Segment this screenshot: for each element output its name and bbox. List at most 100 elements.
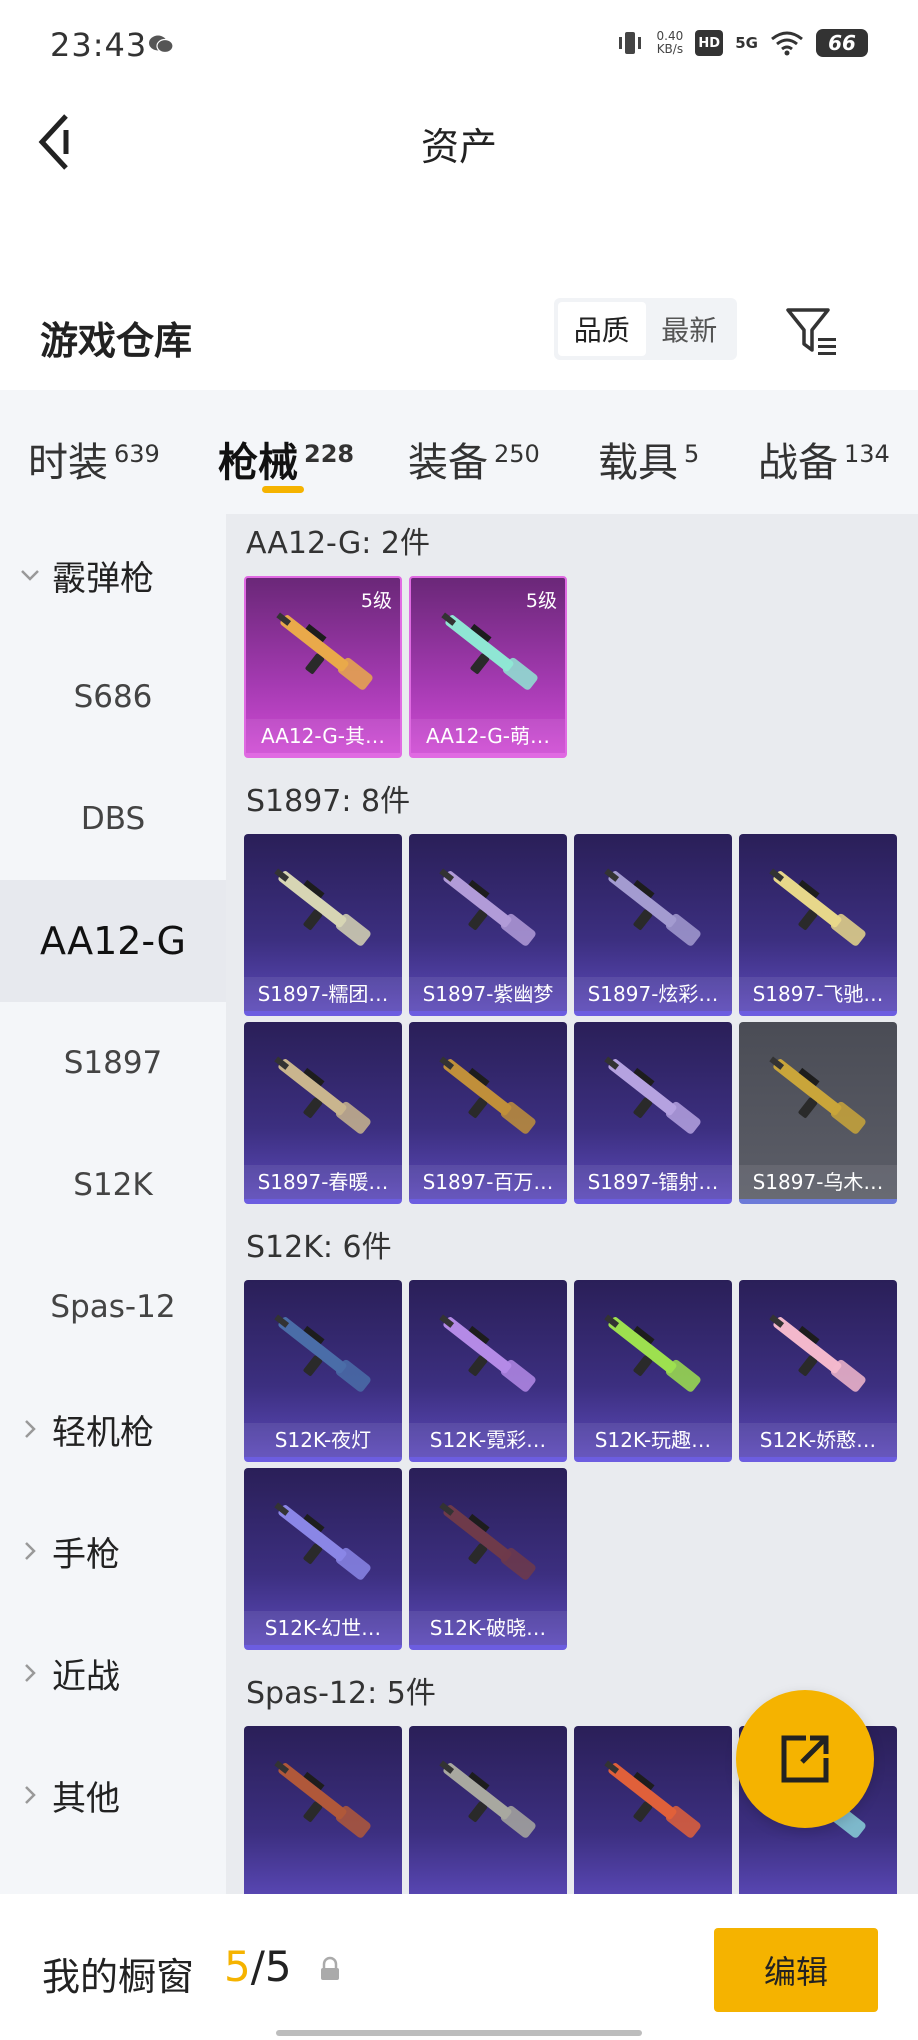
tab-count: 228	[304, 440, 355, 468]
item-card[interactable]: S1897-糯团…	[244, 834, 402, 1016]
sort-quality-button[interactable]: 品质	[558, 302, 646, 356]
sidebar-item-s1897[interactable]: S1897	[0, 1002, 226, 1124]
sidebar-group-label: 轻机枪	[52, 1412, 154, 1453]
warehouse-header: 游戏仓库 品质 最新	[0, 290, 918, 390]
gun-icon	[769, 1056, 866, 1134]
item-card[interactable]: S12K-霓彩…	[409, 1280, 567, 1462]
wifi-icon	[771, 31, 803, 56]
gun-icon	[604, 868, 701, 946]
showcase-total: /5	[250, 1942, 292, 1991]
sidebar-group-label: 其他	[52, 1778, 120, 1819]
item-card[interactable]	[244, 1726, 402, 1894]
item-name: AA12-G-其…	[246, 719, 400, 753]
vibrate-icon	[618, 32, 641, 54]
gun-icon	[274, 1760, 371, 1838]
item-card[interactable]: S12K-娇憨…	[739, 1280, 897, 1462]
sidebar-item-s686[interactable]: S686	[0, 636, 226, 758]
edit-button[interactable]: 编辑	[714, 1928, 878, 2012]
tab-vehicles[interactable]: 载具 5	[598, 430, 699, 488]
hd-badge: HD	[695, 30, 724, 56]
sidebar-group-label: 手枪	[52, 1534, 120, 1575]
sidebar-item-spas12[interactable]: Spas-12	[0, 1246, 226, 1368]
tab-count: 134	[844, 440, 890, 468]
item-card[interactable]: S12K-玩趣…	[574, 1280, 732, 1462]
tab-label: 载具	[598, 440, 678, 486]
sidebar-group-other[interactable]: 其他	[0, 1734, 226, 1856]
sort-newest-button[interactable]: 最新	[646, 302, 734, 356]
item-name: AA12-G-萌…	[411, 719, 565, 753]
tab-label: 装备	[408, 440, 488, 486]
tab-firearms[interactable]: 枪械 228	[218, 430, 354, 488]
item-name: S1897-炫彩…	[574, 977, 732, 1011]
tab-fashion[interactable]: 时装 639	[28, 430, 160, 488]
item-name: S12K-破晓…	[409, 1611, 567, 1645]
item-card[interactable]	[409, 1726, 567, 1894]
showcase-count: 5/5	[224, 1942, 292, 1991]
item-card[interactable]: S1897-镭射…	[574, 1022, 732, 1204]
sidebar-group-label: 近战	[52, 1656, 120, 1697]
item-card[interactable]: S1897-炫彩…	[574, 834, 732, 1016]
gun-icon	[439, 1314, 536, 1392]
tab-count: 5	[684, 440, 700, 468]
level-badge: 5级	[360, 590, 392, 612]
wechat-icon	[149, 35, 174, 54]
share-icon	[781, 1735, 829, 1783]
filter-icon[interactable]	[784, 304, 840, 360]
gun-icon	[604, 1760, 701, 1838]
gun-icon	[439, 1056, 536, 1134]
page-title: 资产	[420, 125, 497, 169]
item-name: S1897-春暖…	[244, 1165, 402, 1199]
gun-icon	[769, 1314, 866, 1392]
weapon-type-sidebar: 霰弹枪 S686 DBS AA12-G S1897 S12K Spas-12 轻…	[0, 514, 226, 1894]
item-name: S1897-紫幽梦	[409, 977, 567, 1011]
level-badge: 5级	[525, 590, 557, 612]
chevron-right-icon	[25, 1664, 36, 1682]
item-card[interactable]: S12K-夜灯	[244, 1280, 402, 1462]
item-card[interactable]: S1897-春暖…	[244, 1022, 402, 1204]
chevron-down-icon	[21, 570, 39, 581]
item-card[interactable]: 5级 AA12-G-萌…	[409, 576, 567, 758]
tab-label: 枪械	[218, 440, 298, 486]
item-card[interactable]: S1897-百万…	[409, 1022, 567, 1204]
item-card[interactable]	[574, 1726, 732, 1894]
battery-indicator: 66	[816, 29, 868, 57]
showcase-current: 5	[224, 1942, 251, 1991]
item-card[interactable]: S12K-幻世…	[244, 1468, 402, 1650]
item-name: S1897-糯团…	[244, 977, 402, 1011]
gun-icon	[439, 1502, 536, 1580]
sidebar-group-shotgun[interactable]: 霰弹枪	[0, 514, 226, 636]
item-card[interactable]: S12K-破晓…	[409, 1468, 567, 1650]
sidebar-group-pistol[interactable]: 手枪	[0, 1490, 226, 1612]
sidebar-item-dbs[interactable]: DBS	[0, 758, 226, 880]
sidebar-item-s12k[interactable]: S12K	[0, 1124, 226, 1246]
item-grid: AA12-G: 2件 5级 AA12-G-其… 5级 AA12-G-萌… S1897: 8…	[226, 514, 918, 1894]
item-name: S12K-霓彩…	[409, 1423, 567, 1457]
tab-count: 250	[494, 440, 540, 468]
showcase-label: 我的橱窗	[42, 1955, 195, 1999]
gun-icon	[274, 1502, 371, 1580]
net-speed: 0.40 KB/s	[657, 30, 684, 56]
gun-icon	[769, 868, 866, 946]
group-label: Spas-12: 5件	[246, 1676, 436, 1711]
item-card[interactable]: 5级 AA12-G-其…	[244, 576, 402, 758]
home-indicator	[276, 2030, 642, 2036]
group-label: S1897: 8件	[246, 784, 411, 819]
item-name: S12K-娇憨…	[739, 1423, 897, 1457]
sidebar-item-aa12g[interactable]: AA12-G	[0, 880, 226, 1002]
tab-supplies[interactable]: 战备 134	[758, 430, 890, 488]
tab-equipment[interactable]: 装备 250	[408, 430, 540, 488]
item-card[interactable]: S1897-乌木…	[739, 1022, 897, 1204]
signal-5g: 5G	[735, 34, 758, 52]
tab-label: 时装	[28, 440, 108, 486]
item-card[interactable]: S1897-紫幽梦	[409, 834, 567, 1016]
sidebar-group-melee[interactable]: 近战	[0, 1612, 226, 1734]
sidebar-group-lmg[interactable]: 轻机枪	[0, 1368, 226, 1490]
gun-icon	[439, 1760, 536, 1838]
item-name: S1897-镭射…	[574, 1165, 732, 1199]
lock-icon	[321, 1956, 339, 1980]
item-name: S12K-夜灯	[244, 1423, 402, 1457]
gun-icon	[274, 1314, 371, 1392]
status-icons: 0.40 KB/s HD 5G 66	[615, 28, 868, 58]
item-card[interactable]: S1897-飞驰…	[739, 834, 897, 1016]
share-button[interactable]	[736, 1690, 874, 1828]
